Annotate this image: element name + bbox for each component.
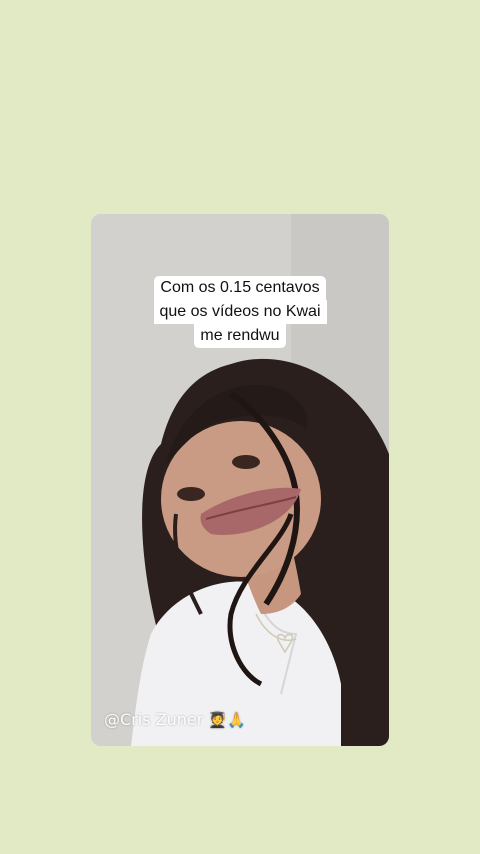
video-caption: Com os 0.15 centavos que os vídeos no Kw… — [91, 276, 389, 348]
handle-text: @Cris Zuner — [104, 710, 204, 729]
handle-emojis: 🧑‍🎓🙏 — [208, 711, 246, 729]
watermark-handle: @Cris Zuner 🧑‍🎓🙏 — [104, 709, 246, 731]
page-background: Com os 0.15 centavos que os vídeos no Kw… — [0, 0, 480, 854]
video-frame[interactable]: Com os 0.15 centavos que os vídeos no Kw… — [91, 214, 389, 746]
caption-line: me rendwu — [194, 324, 286, 348]
caption-line: Com os 0.15 centavos — [154, 276, 326, 300]
caption-line: que os vídeos no Kwai — [153, 300, 327, 324]
